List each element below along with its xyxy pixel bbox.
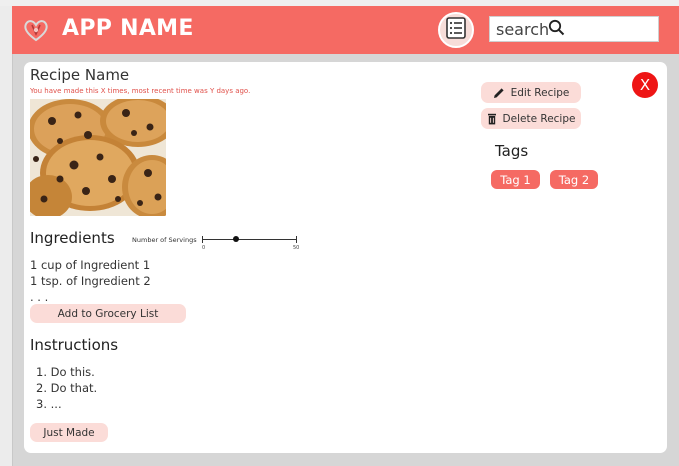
slider-max-label: 50 — [293, 245, 300, 251]
slider-knob[interactable] — [232, 236, 239, 242]
slider-track — [202, 239, 296, 240]
instruction-step: 1. Do this. — [36, 365, 95, 379]
servings-label: Number of Servings — [132, 236, 197, 244]
edit-recipe-button[interactable]: Edit Recipe — [481, 82, 581, 103]
heart-logo-icon — [22, 16, 50, 44]
delete-recipe-label: Delete Recipe — [502, 112, 576, 125]
made-count-note: You have made this X times, most recent … — [30, 87, 251, 95]
recipe-title: Recipe Name — [30, 66, 130, 84]
delete-recipe-button[interactable]: Delete Recipe — [481, 108, 581, 129]
ingredients-list: 1 cup of Ingredient 1 1 tsp. of Ingredie… — [30, 257, 151, 305]
instruction-step: 2. Do that. — [36, 381, 98, 395]
slider-max-tick — [296, 236, 297, 243]
search-icon[interactable] — [548, 19, 565, 40]
app-name: APP NAME — [62, 16, 194, 41]
list-menu-button[interactable] — [438, 12, 474, 48]
search-box[interactable] — [489, 16, 659, 42]
close-button[interactable]: X — [632, 72, 658, 98]
search-input[interactable] — [496, 19, 548, 39]
ingredient-ellipsis: . . . — [30, 290, 49, 304]
trash-icon — [487, 113, 497, 125]
instruction-step: 3. ... — [36, 397, 62, 411]
add-to-grocery-list-button[interactable]: Add to Grocery List — [30, 304, 186, 323]
recipe-card: Recipe Name You have made this X times, … — [24, 62, 667, 453]
ingredient-item: 1 tsp. of Ingredient 2 — [30, 274, 151, 288]
ingredients-heading: Ingredients — [30, 229, 115, 247]
left-panel-edge — [0, 6, 13, 466]
slider-min-label: 0 — [202, 245, 206, 251]
just-made-button[interactable]: Just Made — [30, 423, 108, 442]
slider-min-tick — [202, 236, 203, 243]
recipe-image — [30, 99, 166, 216]
tag-chip[interactable]: Tag 1 — [491, 170, 540, 189]
ingredient-item: 1 cup of Ingredient 1 — [30, 258, 151, 272]
instructions-list: 1. Do this. 2. Do that. 3. ... — [36, 364, 97, 412]
app-header: APP NAME — [12, 6, 679, 54]
list-menu-icon — [446, 17, 466, 43]
pencil-icon — [493, 87, 505, 99]
edit-recipe-label: Edit Recipe — [510, 86, 570, 99]
servings-slider[interactable] — [202, 234, 298, 246]
tags-heading: Tags — [495, 142, 529, 160]
instructions-heading: Instructions — [30, 336, 119, 354]
tag-chip[interactable]: Tag 2 — [550, 170, 598, 189]
